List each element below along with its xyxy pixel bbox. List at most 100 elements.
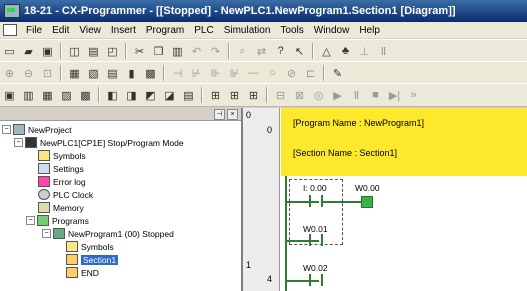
grid-icon[interactable]: ▦ bbox=[67, 66, 82, 81]
step-icon[interactable]: ▶| bbox=[387, 88, 402, 103]
online-icon[interactable]: ⊥ bbox=[357, 44, 372, 59]
collapse-icon[interactable]: − bbox=[26, 216, 35, 225]
tree-program[interactable]: − NewProgram1 (00) Stopped bbox=[42, 228, 174, 239]
save-icon[interactable]: ▣ bbox=[40, 44, 55, 59]
document-icon[interactable] bbox=[3, 24, 17, 36]
zoom-out-icon[interactable]: ⊖ bbox=[21, 66, 36, 81]
tree-project[interactable]: − NewProject bbox=[2, 124, 71, 135]
toolbar-separator bbox=[323, 65, 325, 81]
line-icon[interactable]: — bbox=[246, 66, 261, 81]
monitor-icon[interactable]: ♣ bbox=[338, 44, 353, 59]
layout-icon[interactable]: ▧ bbox=[86, 66, 101, 81]
transfer-icon[interactable]: ◪ bbox=[162, 88, 177, 103]
tree-item-label: Section1 bbox=[81, 254, 119, 265]
zoom-icon[interactable]: △ bbox=[319, 44, 334, 59]
open-icon[interactable]: ▰ bbox=[21, 44, 36, 59]
or-nc-icon[interactable]: ⊮ bbox=[227, 66, 242, 81]
find-icon[interactable]: ⌕ bbox=[235, 44, 250, 59]
preview-icon[interactable]: ◰ bbox=[105, 44, 120, 59]
check-icon[interactable]: ⊠ bbox=[292, 88, 307, 103]
bits-16-icon[interactable]: ⊞ bbox=[208, 88, 223, 103]
simulate-icon[interactable]: ◎ bbox=[311, 88, 326, 103]
io-table-icon[interactable]: ▩ bbox=[78, 88, 93, 103]
tree-programs[interactable]: − Programs bbox=[26, 215, 89, 226]
menu-insert[interactable]: Insert bbox=[106, 25, 141, 36]
monitor-icon[interactable]: ◧ bbox=[105, 88, 120, 103]
tree-item-symbols[interactable]: Symbols bbox=[38, 150, 86, 161]
menu-edit[interactable]: Edit bbox=[47, 25, 74, 36]
copy-icon[interactable]: ❐ bbox=[151, 44, 166, 59]
tree-item-settings[interactable]: Settings bbox=[38, 163, 84, 174]
menu-file[interactable]: File bbox=[21, 25, 47, 36]
help-icon[interactable]: ? bbox=[273, 44, 288, 59]
tree-item-end[interactable]: END bbox=[66, 267, 99, 278]
coil-nc-icon[interactable]: ⊘ bbox=[284, 66, 299, 81]
online-edit-icon[interactable]: ✎ bbox=[330, 66, 345, 81]
menu-window[interactable]: Window bbox=[309, 25, 355, 36]
tree-item-program-symbols[interactable]: Symbols bbox=[66, 241, 114, 252]
collapse-icon[interactable]: − bbox=[42, 229, 51, 238]
bits-64-icon[interactable]: ⊞ bbox=[246, 88, 261, 103]
contact-no[interactable] bbox=[309, 234, 323, 246]
menu-simulation[interactable]: Simulation bbox=[219, 25, 276, 36]
new-icon[interactable]: ▭ bbox=[2, 44, 17, 59]
run-icon[interactable]: ▶ bbox=[330, 88, 345, 103]
program-comment[interactable]: [Program Name : NewProgram1] [Section Na… bbox=[281, 108, 527, 176]
tree-item-plc-clock[interactable]: PLC Clock bbox=[38, 189, 93, 200]
paste-icon[interactable]: ▥ bbox=[170, 44, 185, 59]
project-icon[interactable]: ▣ bbox=[2, 88, 17, 103]
watch-icon[interactable]: ◨ bbox=[124, 88, 139, 103]
close-icon[interactable]: × bbox=[227, 109, 238, 120]
instruction-icon[interactable]: ⊏ bbox=[303, 66, 318, 81]
print-icon[interactable]: ▤ bbox=[86, 44, 101, 59]
ladder-icon[interactable]: ▤ bbox=[181, 88, 196, 103]
clock-icon[interactable]: Ⅱ bbox=[376, 44, 391, 59]
stop-icon[interactable]: ■ bbox=[368, 88, 383, 103]
tree-item-memory[interactable]: Memory bbox=[38, 202, 84, 213]
compile-icon[interactable]: ⊟ bbox=[273, 88, 288, 103]
print-preview-icon[interactable]: ◫ bbox=[67, 44, 82, 59]
coil-output[interactable] bbox=[361, 196, 373, 208]
contact-no-icon[interactable]: ⊣ bbox=[170, 66, 185, 81]
menu-tools[interactable]: Tools bbox=[275, 25, 308, 36]
step-into-icon[interactable]: » bbox=[406, 88, 421, 103]
contact-no[interactable] bbox=[309, 274, 323, 286]
window-icon[interactable]: ▨ bbox=[59, 88, 74, 103]
project-icon bbox=[13, 124, 25, 135]
section-icon[interactable]: ▥ bbox=[21, 88, 36, 103]
bits-32-icon[interactable]: ⊞ bbox=[227, 88, 242, 103]
undo-icon[interactable]: ↶ bbox=[189, 44, 204, 59]
memory-icon[interactable]: ◩ bbox=[143, 88, 158, 103]
cut-icon[interactable]: ✂ bbox=[132, 44, 147, 59]
ladder-diagram[interactable]: 0 0 1 4 [Program Name : NewProgram1] [Se… bbox=[243, 108, 527, 291]
zoom-fit-icon[interactable]: ⊡ bbox=[40, 66, 55, 81]
tree-item-section1[interactable]: Section1 bbox=[66, 254, 119, 265]
properties-icon[interactable]: ▩ bbox=[143, 66, 158, 81]
menu-view[interactable]: View bbox=[74, 25, 106, 36]
collapse-icon[interactable]: − bbox=[2, 125, 11, 134]
settings-icon bbox=[38, 163, 50, 174]
context-help-icon[interactable]: ↖ bbox=[292, 44, 307, 59]
symbols-icon[interactable]: ▦ bbox=[40, 88, 55, 103]
bookmark-icon[interactable]: ▮ bbox=[124, 66, 139, 81]
tree-item-error-log[interactable]: Error log bbox=[38, 176, 86, 187]
coil-icon[interactable]: ○ bbox=[265, 66, 280, 81]
plc-icon bbox=[25, 137, 37, 148]
tree-plc[interactable]: − NewPLC1[CP1E] Stop/Program Mode bbox=[14, 137, 184, 148]
redo-icon[interactable]: ↷ bbox=[208, 44, 223, 59]
menu-help[interactable]: Help bbox=[354, 25, 385, 36]
error-log-icon bbox=[38, 176, 50, 187]
replace-icon[interactable]: ⇄ bbox=[254, 44, 269, 59]
program-icon bbox=[53, 228, 65, 239]
toolbar-standard: ▭ ▰ ▣ ◫ ▤ ◰ ✂ ❐ ▥ ↶ ↷ ⌕ ⇄ ? ↖ △ ♣ ⊥ Ⅱ bbox=[0, 39, 527, 63]
collapse-icon[interactable]: − bbox=[14, 138, 23, 147]
table-icon[interactable]: ▤ bbox=[105, 66, 120, 81]
pin-icon[interactable]: ⊣ bbox=[214, 109, 225, 120]
or-no-icon[interactable]: ⊪ bbox=[208, 66, 223, 81]
menu-plc[interactable]: PLC bbox=[189, 25, 218, 36]
menu-program[interactable]: Program bbox=[141, 25, 189, 36]
zoom-in-icon[interactable]: ⊕ bbox=[2, 66, 17, 81]
contact-nc-icon[interactable]: ⊬ bbox=[189, 66, 204, 81]
app-icon[interactable] bbox=[4, 4, 20, 18]
pause-icon[interactable]: Ⅱ bbox=[349, 88, 364, 103]
